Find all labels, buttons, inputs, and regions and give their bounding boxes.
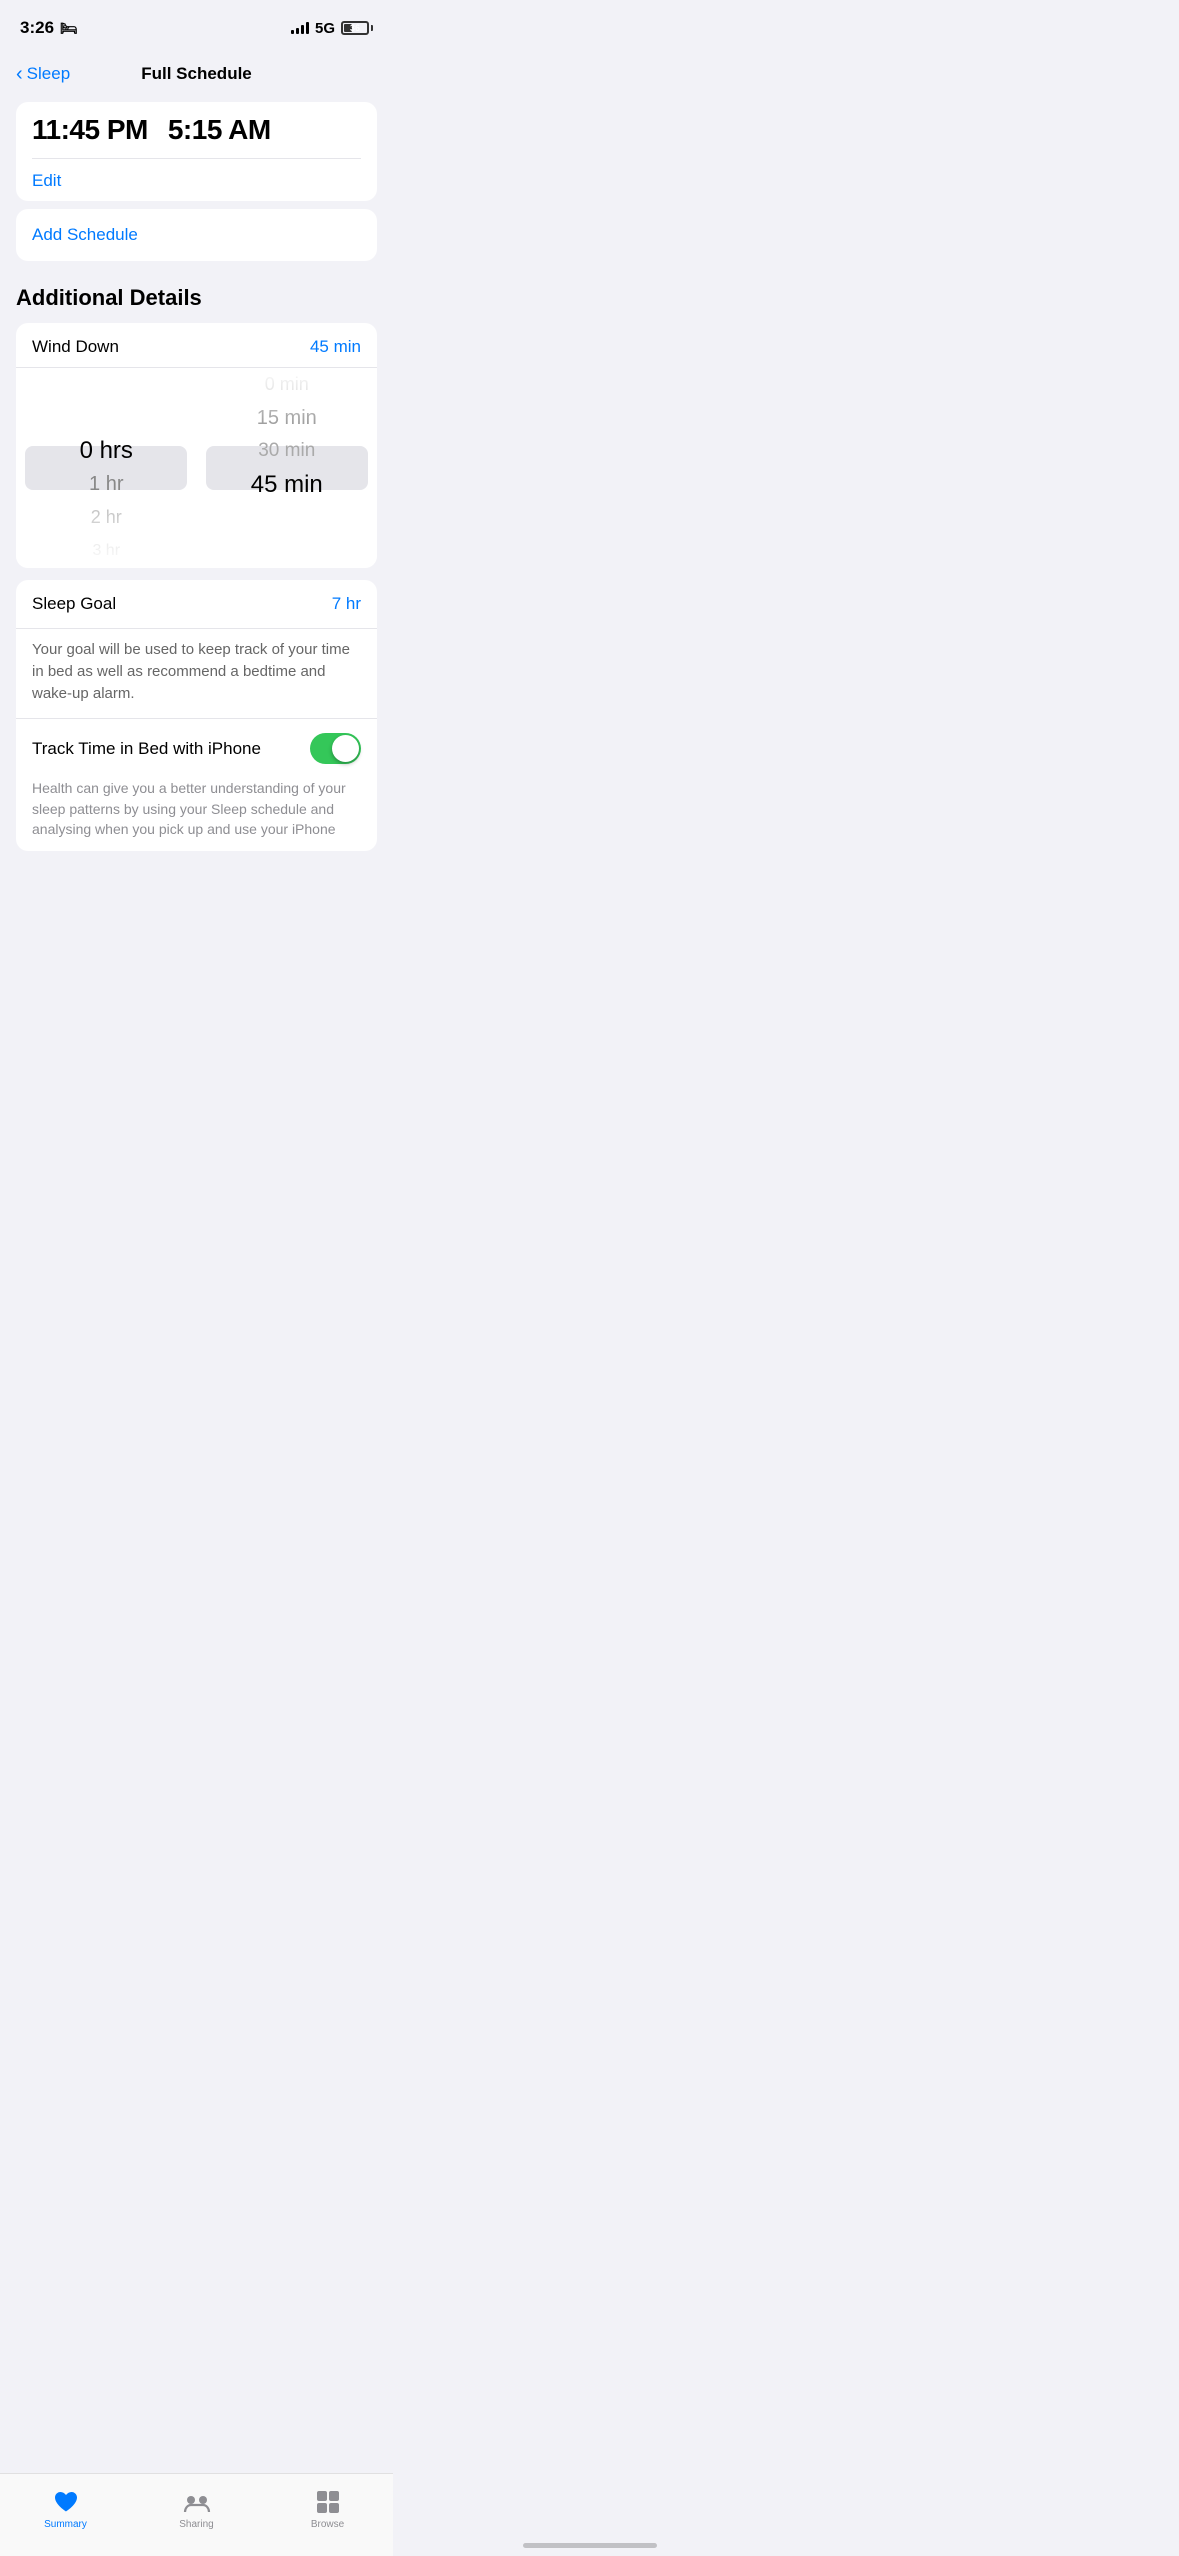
bed-icon: 🛏 — [60, 20, 78, 37]
track-time-toggle[interactable] — [310, 733, 361, 764]
add-schedule-card: Add Schedule — [16, 209, 377, 261]
track-time-description: Health can give you a better understandi… — [16, 778, 377, 851]
track-time-row: Track Time in Bed with iPhone — [16, 719, 377, 778]
browse-icon — [314, 2488, 342, 2516]
wind-down-header: Wind Down 45 min — [16, 323, 377, 368]
home-indicator — [523, 2543, 657, 2548]
toggle-thumb — [332, 735, 359, 762]
status-bar: 3:26 🛏 5G 36 — [0, 0, 393, 50]
picker-minutes-col[interactable]: 0 min 15 min 30 min 45 min — [197, 368, 378, 568]
wind-down-picker[interactable]: 0 hrs 1 hr 2 hr 3 hr 0 min 15 min 30 min… — [16, 368, 377, 568]
picker-item[interactable]: 0 min — [197, 368, 378, 401]
wind-down-label: Wind Down — [32, 337, 119, 357]
nav-bar: ‹ Sleep Full Schedule — [0, 50, 393, 102]
schedule-card: 11:45 PM 5:15 AM Edit — [16, 102, 377, 201]
sleep-goal-card: Sleep Goal 7 hr Your goal will be used t… — [16, 580, 377, 778]
network-type: 5G — [315, 20, 335, 37]
picker-item[interactable]: 1 hr — [16, 468, 197, 501]
sharing-icon — [183, 2488, 211, 2516]
additional-details-header: Additional Details — [0, 285, 393, 323]
picker-hours-col[interactable]: 0 hrs 1 hr 2 hr 3 hr — [16, 368, 197, 568]
back-chevron-icon: ‹ — [16, 64, 23, 84]
sleep-goal-label: Sleep Goal — [32, 594, 116, 614]
track-time-label: Track Time in Bed with iPhone — [32, 739, 298, 759]
sleep-goal-value: 7 hr — [332, 594, 361, 614]
picker-item[interactable] — [16, 401, 197, 434]
back-label: Sleep — [27, 64, 70, 84]
back-button[interactable]: ‹ Sleep — [16, 64, 70, 84]
wind-down-card: Wind Down 45 min 0 hrs 1 hr 2 hr 3 hr 0 … — [16, 323, 377, 568]
tab-sharing-label: Sharing — [179, 2519, 213, 2530]
status-icons: 5G 36 — [291, 20, 373, 37]
picker-item-selected[interactable]: 0 hrs — [16, 435, 197, 468]
picker-item[interactable]: 15 min — [197, 401, 378, 434]
picker-item[interactable]: 30 min — [197, 435, 378, 468]
tab-summary[interactable]: Summary — [0, 2474, 131, 2536]
signal-bars — [291, 22, 309, 34]
main-content: 11:45 PM 5:15 AM Edit Add Schedule Addit… — [0, 102, 393, 951]
waketime-display: 5:15 AM — [168, 114, 271, 146]
tab-sharing[interactable]: Sharing — [131, 2474, 262, 2536]
picker-item-selected[interactable]: 45 min — [197, 468, 378, 501]
edit-row: Edit — [32, 158, 361, 193]
picker-item[interactable] — [16, 368, 197, 401]
edit-button[interactable]: Edit — [32, 169, 61, 193]
tab-bar: Summary Sharing Browse — [0, 2473, 393, 2556]
bedtime-display: 11:45 PM — [32, 114, 148, 146]
schedule-times: 11:45 PM 5:15 AM — [32, 114, 361, 146]
tab-summary-label: Summary — [44, 2519, 87, 2530]
heart-icon — [52, 2488, 80, 2516]
tab-browse-label: Browse — [311, 2519, 344, 2530]
add-schedule-button[interactable]: Add Schedule — [32, 225, 138, 245]
battery-icon: 36 — [341, 21, 373, 35]
sleep-goal-description: Your goal will be used to keep track of … — [16, 629, 377, 719]
sleep-goal-header: Sleep Goal 7 hr — [16, 580, 377, 629]
picker-item[interactable]: 3 hr — [16, 535, 197, 568]
page-title: Full Schedule — [141, 64, 252, 84]
status-time: 3:26 🛏 — [20, 18, 78, 38]
picker-item[interactable]: 2 hr — [16, 501, 197, 534]
tab-browse[interactable]: Browse — [262, 2474, 393, 2536]
wind-down-value: 45 min — [310, 337, 361, 357]
